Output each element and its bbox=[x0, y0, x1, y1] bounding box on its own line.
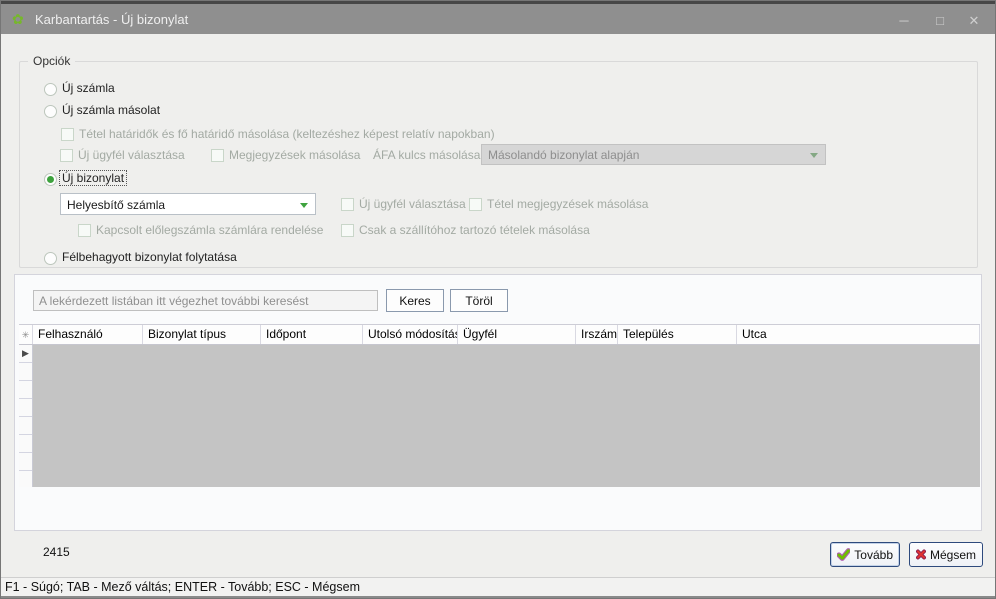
search-button[interactable]: Keres bbox=[386, 289, 444, 312]
chevron-down-icon bbox=[300, 203, 308, 208]
row-indicator-cell bbox=[19, 381, 32, 399]
checkbox-linked-advance-label: Kapcsolt előlegszámla számlára rendelése bbox=[96, 223, 323, 237]
checkbox-item-comments-label: Tétel megjegyzések másolása bbox=[487, 197, 648, 211]
row-indicator-cell bbox=[19, 399, 32, 417]
maximize-icon[interactable]: □ bbox=[925, 10, 955, 32]
checkbox-comments-copy-label: Megjegyzések másolása bbox=[229, 148, 360, 162]
dialog-client-area: Opciók Új számla Új számla másolat Tétel… bbox=[1, 34, 995, 577]
search-input[interactable] bbox=[33, 290, 378, 311]
column-header-1[interactable]: Felhasználó bbox=[33, 325, 143, 344]
column-header-3[interactable]: Időpont bbox=[261, 325, 363, 344]
radio-new-invoice[interactable] bbox=[44, 83, 57, 96]
check-icon bbox=[837, 548, 850, 561]
column-header-4[interactable]: Utolsó módosítás bbox=[363, 325, 458, 344]
chevron-down-icon bbox=[810, 153, 818, 158]
app-icon: ✿ bbox=[12, 12, 24, 26]
row-indicator-cell bbox=[19, 363, 32, 381]
row-indicator-cell bbox=[19, 417, 32, 435]
column-header-5[interactable]: Ügyfél bbox=[458, 325, 576, 344]
clear-button[interactable]: Töröl bbox=[450, 289, 508, 312]
checkbox-new-customer-doc-label: Új ügyfél választása bbox=[359, 197, 466, 211]
radio-new-invoice-label[interactable]: Új számla bbox=[62, 81, 115, 95]
radio-invoice-copy[interactable] bbox=[44, 105, 57, 118]
document-type-dropdown[interactable]: Helyesbítő számla bbox=[60, 193, 316, 215]
window-title: Karbantartás - Új bizonylat bbox=[35, 12, 188, 27]
row-indicator-column: ▶ bbox=[19, 345, 33, 487]
dialog-window: ✿ Karbantartás - Új bizonylat ─ □ ✕ Opci… bbox=[0, 0, 996, 599]
checkbox-comments-copy bbox=[211, 149, 224, 162]
column-header-2[interactable]: Bizonylat típus bbox=[143, 325, 261, 344]
status-bar-text: F1 - Súgó; TAB - Mező váltás; ENTER - To… bbox=[5, 580, 360, 594]
document-type-dropdown-value: Helyesbítő számla bbox=[67, 198, 295, 212]
close-icon[interactable]: ✕ bbox=[959, 10, 989, 32]
radio-new-document[interactable] bbox=[44, 173, 57, 186]
record-count: 2415 bbox=[43, 545, 70, 559]
minimize-icon[interactable]: ─ bbox=[889, 10, 919, 32]
cross-icon bbox=[916, 548, 926, 561]
cancel-button[interactable]: Mégsem bbox=[909, 542, 983, 567]
checkbox-linked-advance bbox=[78, 224, 91, 237]
next-button-label: Tovább bbox=[854, 548, 893, 562]
current-row-pointer-icon: ▶ bbox=[22, 348, 29, 358]
status-bar: F1 - Súgó; TAB - Mező váltás; ENTER - To… bbox=[1, 577, 995, 598]
checkbox-item-comments bbox=[469, 198, 482, 211]
grid-header-row: ✳ FelhasználóBizonylat típusIdőpontUtols… bbox=[19, 324, 980, 345]
vat-copy-dropdown-value: Másolandó bizonylat alapján bbox=[488, 148, 805, 162]
column-header-7[interactable]: Település bbox=[618, 325, 737, 344]
next-button[interactable]: Tovább bbox=[830, 542, 900, 567]
row-indicator-cell bbox=[19, 471, 32, 487]
radio-invoice-copy-label[interactable]: Új számla másolat bbox=[62, 103, 160, 117]
radio-continue-unfinished-label[interactable]: Félbehagyott bizonylat folytatása bbox=[62, 250, 237, 264]
results-panel: Keres Töröl ✳ FelhasználóBizonylat típus… bbox=[14, 274, 982, 531]
vat-copy-label: ÁFA kulcs másolása: bbox=[373, 148, 484, 162]
cancel-button-label: Mégsem bbox=[930, 548, 976, 562]
column-header-6[interactable]: Irszám. bbox=[576, 325, 618, 344]
title-bar: ✿ Karbantartás - Új bizonylat ─ □ ✕ bbox=[1, 1, 995, 34]
checkbox-new-customer-copy bbox=[60, 149, 73, 162]
results-grid: ✳ FelhasználóBizonylat típusIdőpontUtols… bbox=[19, 324, 980, 487]
grid-empty-body[interactable]: ▶ bbox=[19, 345, 980, 487]
checkbox-supplier-items bbox=[341, 224, 354, 237]
radio-continue-unfinished[interactable] bbox=[44, 252, 57, 265]
vat-copy-dropdown: Másolandó bizonylat alapján bbox=[481, 144, 826, 165]
checkbox-new-customer-doc bbox=[341, 198, 354, 211]
checkbox-supplier-items-label: Csak a szállítóhoz tartozó tételek másol… bbox=[359, 223, 590, 237]
column-header-8[interactable]: Utca bbox=[737, 325, 980, 344]
row-indicator-cell bbox=[19, 435, 32, 453]
row-selector-header-icon: ✳ bbox=[19, 325, 33, 344]
checkbox-new-customer-copy-label: Új ügyfél választása bbox=[78, 148, 185, 162]
row-indicator-cell bbox=[19, 453, 32, 471]
options-group-label: Opciók bbox=[28, 54, 75, 68]
radio-new-document-label[interactable]: Új bizonylat bbox=[60, 171, 126, 185]
checkbox-deadlines-label: Tétel határidők és fő határidő másolása … bbox=[79, 127, 495, 141]
checkbox-deadlines bbox=[61, 128, 74, 141]
row-indicator-cell: ▶ bbox=[19, 345, 32, 363]
